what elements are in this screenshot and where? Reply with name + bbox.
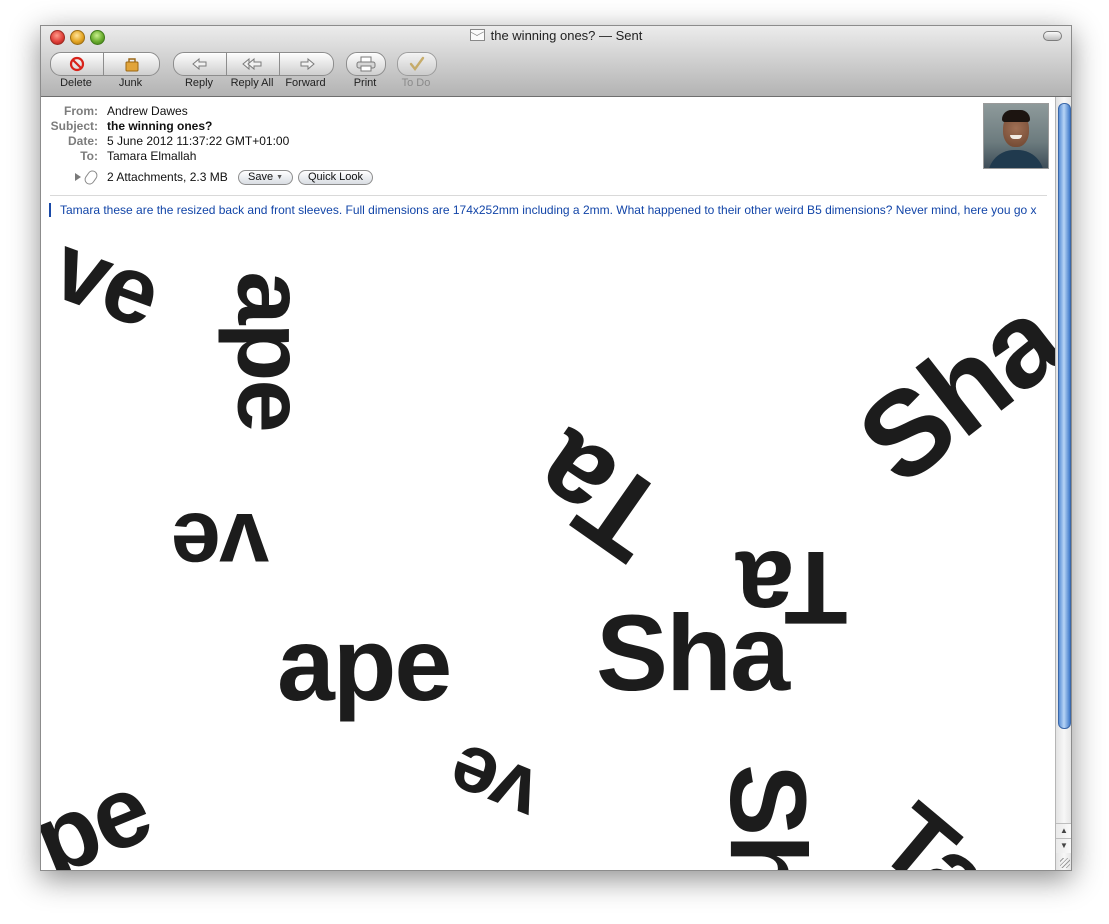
art-word: Ta: [859, 782, 1012, 870]
todo-label: To Do: [401, 77, 431, 89]
junk-icon: [125, 58, 138, 72]
message-viewer: From: Andrew Dawes Subject: the winning …: [41, 97, 1055, 870]
message-body-text: Tamara these are the resized back and fr…: [60, 203, 1037, 217]
save-label: Save: [248, 171, 274, 183]
delete-label: Delete: [60, 77, 92, 89]
date-label: Date:: [67, 134, 98, 148]
from-label: From:: [64, 104, 98, 118]
window-title-text: the winning ones? — Sent: [490, 28, 643, 43]
delete-icon: [69, 56, 85, 72]
subject-label: Subject:: [50, 119, 98, 133]
reply-all-button[interactable]: [226, 52, 280, 76]
save-attachments-button[interactable]: Save ▼: [238, 170, 294, 185]
date-value: 5 June 2012 11:37:22 GMT+01:00: [107, 134, 290, 148]
junk-label: Junk: [118, 77, 143, 89]
forward-button[interactable]: [279, 52, 334, 76]
message-body-quote: Tamara these are the resized back and fr…: [49, 203, 1055, 217]
to-label: To:: [80, 149, 98, 163]
art-word: pe: [41, 751, 165, 870]
scroll-down-arrow-icon[interactable]: ▼: [1056, 838, 1071, 853]
envelope-icon: [469, 29, 485, 41]
paperclip-icon: [82, 168, 100, 187]
resize-grip-icon[interactable]: [1060, 858, 1070, 868]
to-row: To: Tamara Elmallah: [41, 149, 1041, 164]
chevron-down-icon: ▼: [276, 174, 284, 181]
reply-label: Reply: [184, 77, 214, 89]
forward-icon: [300, 57, 315, 71]
mail-window: the winning ones? — Sent Delete Junk Rep…: [40, 25, 1072, 871]
quick-look-label: Quick Look: [308, 171, 364, 183]
disclosure-triangle-icon[interactable]: [75, 173, 81, 181]
subject-value: the winning ones?: [107, 119, 213, 133]
scroll-up-arrow-icon[interactable]: ▲: [1056, 823, 1071, 838]
art-word: ve: [41, 237, 174, 349]
reply-all-icon: [242, 57, 262, 71]
quick-look-button[interactable]: Quick Look: [298, 170, 374, 185]
scrollbar-thumb[interactable]: [1058, 103, 1071, 729]
art-word: Ta: [510, 406, 689, 586]
todo-button[interactable]: [397, 52, 437, 76]
print-icon: [356, 56, 376, 72]
print-label: Print: [353, 77, 377, 89]
art-word: Sh: [708, 763, 830, 870]
art-word: ape: [217, 271, 325, 431]
art-word: ape: [277, 607, 452, 723]
toolbar-toggle-button[interactable]: [1043, 31, 1062, 41]
from-row: From: Andrew Dawes: [41, 104, 1041, 119]
print-button[interactable]: [346, 52, 386, 76]
window-title: the winning ones? — Sent: [41, 28, 1071, 43]
art-word: Sha: [596, 592, 790, 713]
sender-avatar: [983, 103, 1049, 169]
header-separator: [50, 195, 1047, 196]
reply-icon: [192, 57, 207, 71]
from-value[interactable]: Andrew Dawes: [107, 104, 188, 119]
reply-all-label: Reply All: [230, 77, 274, 89]
attachments-summary: 2 Attachments, 2.3 MB: [107, 170, 228, 184]
delete-button[interactable]: [50, 52, 104, 76]
vertical-scrollbar[interactable]: ▲ ▼: [1055, 97, 1071, 870]
todo-icon: [409, 56, 425, 71]
to-value[interactable]: Tamara Elmallah: [107, 149, 196, 164]
art-word: Sha: [834, 272, 1055, 510]
forward-label: Forward: [285, 77, 326, 89]
subject-row: Subject: the winning ones?: [41, 119, 1041, 134]
attachment-image[interactable]: ve ape ve Ta Sha Ta ape Sha pe ve Sh Ta: [41, 237, 1055, 870]
junk-button[interactable]: [103, 52, 160, 76]
date-row: Date: 5 June 2012 11:37:22 GMT+01:00: [41, 134, 1041, 149]
title-bar: the winning ones? — Sent Delete Junk Rep…: [41, 26, 1071, 97]
reply-button[interactable]: [173, 52, 227, 76]
art-word: ve: [436, 725, 552, 843]
art-word: ve: [173, 494, 270, 594]
